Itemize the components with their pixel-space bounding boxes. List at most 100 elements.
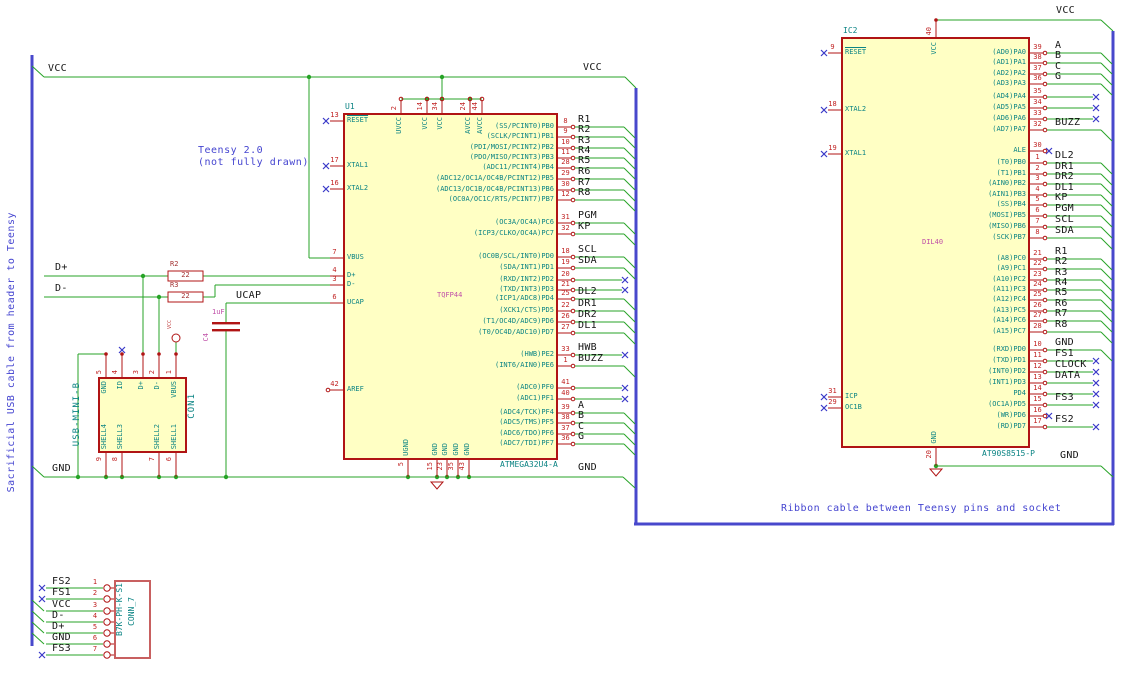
junction	[103, 474, 109, 480]
bus-entry	[1100, 320, 1113, 333]
pin-end	[120, 352, 124, 356]
vcc-power-flag	[171, 333, 181, 343]
pin-name: (TXD/INT3)PD3	[499, 285, 554, 293]
pin-name: VBUS	[170, 381, 178, 398]
net-label: DR1	[578, 298, 597, 309]
pin-name: (AD4)PA4	[992, 92, 1026, 100]
pin-end	[439, 96, 445, 102]
bus-entry	[623, 298, 636, 311]
pin-number: 3	[1035, 174, 1040, 182]
pin-number: 15	[1033, 395, 1042, 403]
pin-number: 13	[330, 111, 339, 119]
bus-entry	[623, 412, 636, 425]
pin-number: 4	[111, 369, 119, 374]
pin-name: (OC0B/SCL/INT0)PD0	[478, 252, 554, 260]
pin-name: XTAL2	[347, 184, 369, 192]
pin-name: (A12)PC4	[992, 295, 1026, 303]
pin-number: 34	[431, 101, 439, 110]
bus-entry	[31, 65, 45, 78]
pin-end	[325, 387, 331, 393]
pin-number: 20	[561, 270, 570, 278]
net-label: VCC	[1056, 5, 1075, 16]
junction	[173, 474, 179, 480]
pin-name: (AIN1)PB3	[988, 190, 1026, 198]
bus-entry	[1100, 62, 1113, 75]
pin-name: (RXD)PD0	[992, 345, 1026, 353]
pin-name: (INT0)PD2	[988, 367, 1026, 375]
schematic-canvas: U1 ATMEGA32U4-A TQFP44 IC2 AT90S8515-P D…	[0, 0, 1131, 690]
junction	[156, 294, 162, 300]
pin-name: PD4	[1013, 389, 1026, 397]
no-connect-x	[621, 395, 629, 403]
pin-number: 14	[416, 101, 424, 110]
pin-number: 36	[561, 434, 570, 442]
con1-value: USB-MINI-B	[72, 382, 82, 447]
pin-name: (PDO/MISO/PCINT3)PB3	[469, 153, 554, 161]
bus-entry	[623, 422, 636, 435]
no-connect-x	[38, 584, 46, 592]
pin-end	[1042, 81, 1048, 87]
pin-number: 1	[92, 578, 98, 586]
teensy-note-line1: Teensy 2.0	[198, 145, 264, 156]
net-label: FS2	[1055, 414, 1074, 425]
pin-name: SHELL2	[153, 423, 161, 449]
no-connect-x	[1092, 368, 1100, 376]
pin-number: 16	[1033, 406, 1042, 414]
pin-end	[157, 352, 161, 356]
pin-number: 8	[1035, 228, 1040, 236]
net-label: D+	[52, 621, 65, 632]
pin-name: (AD0)PA0	[992, 48, 1026, 56]
pin-number: 27	[1033, 311, 1042, 319]
bus-entry	[1100, 226, 1113, 239]
junction	[467, 96, 473, 102]
bus-entry	[1100, 331, 1113, 344]
pin-number: 7	[148, 457, 156, 462]
no-connect-x	[1045, 147, 1053, 155]
pin-end	[570, 197, 576, 203]
bus-entry	[623, 126, 636, 139]
pin-end	[467, 96, 473, 102]
bus-entry	[623, 365, 636, 378]
capacitor-c4-plate	[212, 322, 240, 325]
pin-name: (MOSI)PB5	[988, 211, 1026, 219]
no-connect-x	[1092, 104, 1100, 112]
bus-entry	[1100, 204, 1113, 217]
pin-name: GND	[441, 443, 449, 456]
pin-number: 43	[458, 462, 466, 471]
bus-entry	[31, 599, 45, 612]
net-label: G	[1055, 71, 1062, 82]
pin-name: (HWB)PE2	[520, 350, 554, 358]
no-connect-x	[1092, 379, 1100, 387]
no-connect-x	[621, 286, 629, 294]
no-connect-x	[1092, 104, 1100, 112]
bus-entry	[1100, 215, 1113, 228]
pin-number: 24	[459, 101, 467, 110]
pin-number: 5	[95, 369, 103, 374]
pin-number: 39	[1033, 43, 1042, 51]
no-connect-x	[621, 276, 629, 284]
pin-name: XTAL1	[347, 161, 369, 169]
pin-name: (SCLK/PCINT1)PB1	[486, 132, 554, 140]
pin-number: 35	[447, 462, 455, 471]
net-label: R2	[1055, 256, 1068, 267]
pin-end	[1042, 329, 1048, 335]
pin-number: 29	[828, 398, 837, 406]
pin-number: 38	[1033, 53, 1042, 61]
pin-end	[398, 96, 404, 102]
net-label: DATA	[1055, 370, 1081, 381]
pin-number: 17	[330, 156, 339, 164]
pin-number: 40	[561, 389, 570, 397]
sacrificial-usb-note: Sacrificial USB cable from header to Tee…	[6, 212, 17, 493]
pin-name: (SDA/INT1)PD1	[499, 263, 554, 271]
pin-name: VBUS	[347, 253, 364, 261]
bus-entry	[1100, 173, 1113, 186]
junction	[466, 474, 472, 480]
pin-name: (ICP3/CLKO/OC4A)PC7	[473, 229, 554, 237]
pin-number: 2	[148, 369, 156, 374]
pin-number: 8	[111, 457, 119, 462]
pin-name: GND	[930, 431, 938, 444]
pin-number: 6	[165, 457, 173, 462]
net-label: DR2	[578, 309, 597, 320]
connector-pin-circle	[103, 618, 111, 626]
junction	[405, 474, 411, 480]
